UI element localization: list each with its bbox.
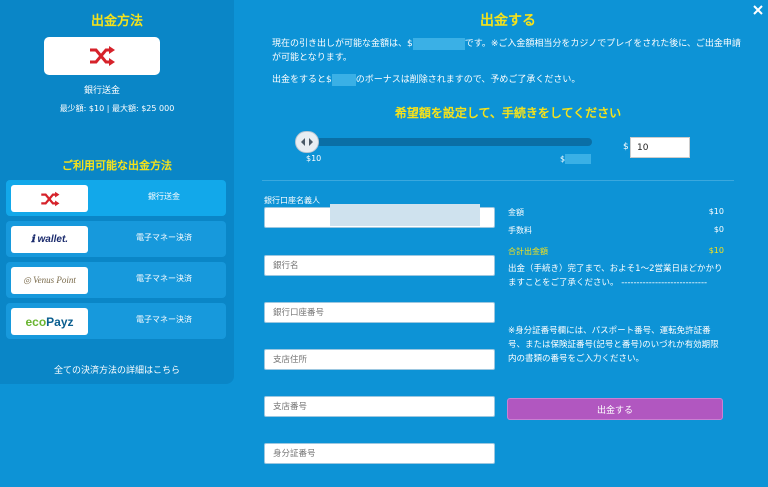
close-icon[interactable] — [751, 3, 765, 17]
amount-row: 金額 $10 — [508, 207, 724, 217]
selected-method-logo — [44, 37, 160, 75]
divider — [262, 180, 734, 181]
branch-number-field[interactable] — [264, 396, 495, 417]
bank-name-field[interactable] — [264, 255, 495, 276]
account-holder-label: 銀行口座名義人 — [264, 196, 320, 205]
account-number-field[interactable] — [264, 302, 495, 323]
method-label: 銀行送金 — [148, 191, 180, 201]
amount-slider-track[interactable] — [308, 138, 592, 146]
withdraw-limits: 最少額: $10 | 最大額: $25 000 — [59, 104, 175, 113]
processing-note: 出金（手続き）完了まで、およそ1〜2営業日ほどかかりますことをご了承ください。 … — [508, 264, 723, 288]
total-row: 合計出金額 $10 — [508, 246, 724, 256]
currency-symbol: $ — [623, 142, 629, 152]
shuffle-icon — [90, 46, 115, 66]
panel-title: 出金方法 — [90, 14, 143, 29]
id-number-field[interactable] — [264, 443, 495, 464]
fee-row: 手数料 $0 — [508, 225, 724, 235]
payment-method-panel: 出金方法 銀行送金 最少額: $10 | 最大額: $25 000 ご利用可能な… — [0, 0, 234, 384]
iwallet-logo: ℹ wallet. — [11, 226, 88, 253]
method-iwallet[interactable]: ℹ wallet. 電子マネー決済 — [6, 221, 226, 257]
method-venuspoint[interactable]: ◎ Venus Point 電子マネー決済 — [6, 262, 226, 298]
id-number-note: ※身分証番号欄には、パスポート番号、運転免許証番号、または保険証番号(記号と番号… — [508, 326, 719, 364]
slider-min: $10 — [306, 154, 322, 163]
method-label: 電子マネー決済 — [136, 314, 192, 324]
venuspoint-logo: ◎ Venus Point — [11, 267, 88, 294]
available-balance-info: 現在の引き出しが可能な金額は、$ です。※ご入金額相当分をカジノでプレイをされた後… — [272, 37, 741, 63]
branch-address-field[interactable] — [264, 349, 495, 370]
amount-hint: 希望額を設定して、手続きをしてください — [394, 106, 622, 120]
method-label: 電子マネー決済 — [136, 273, 192, 283]
amount-input[interactable] — [630, 137, 690, 158]
withdraw-button[interactable]: 出金する — [507, 398, 723, 420]
account-holder-value — [330, 204, 480, 226]
selected-method-name: 銀行送金 — [83, 86, 120, 96]
slider-max: $ — [560, 154, 592, 164]
arrows-icon — [301, 138, 313, 146]
ecopayz-logo: ecoPayz — [11, 308, 88, 335]
method-ecopayz[interactable]: ecoPayz 電子マネー決済 — [6, 303, 226, 339]
all-methods-link[interactable]: 全ての決済方法の詳細はこちら — [0, 363, 234, 376]
method-bank-transfer[interactable]: 銀行送金 — [6, 180, 226, 216]
amount-slider-handle[interactable] — [295, 131, 319, 153]
method-label: 電子マネー決済 — [136, 232, 192, 242]
bonus-info: 出金をすると$ のボーナスは削除されますので、予めご了承ください。 — [272, 73, 581, 86]
shuffle-icon — [40, 191, 59, 206]
available-methods-title: ご利用可能な出金方法 — [62, 159, 172, 172]
page-title: 出金する — [480, 13, 536, 29]
